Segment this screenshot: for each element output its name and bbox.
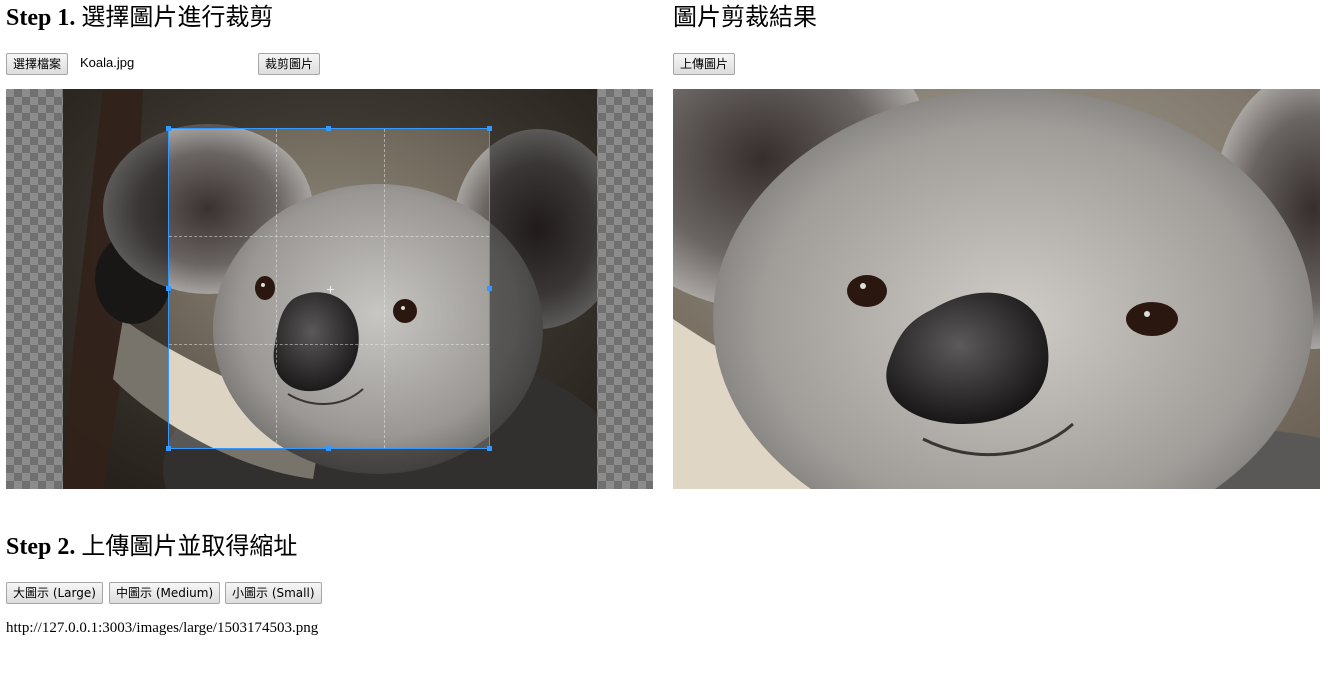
step2-heading-bold: Step 2. <box>6 534 76 560</box>
crop-center-cross-icon <box>327 286 334 293</box>
crop-editor[interactable] <box>6 89 653 489</box>
file-name-label: Koala.jpg <box>80 55 135 70</box>
crop-handle-ne[interactable] <box>487 126 492 131</box>
result-heading: 圖片剪裁結果 <box>673 5 817 31</box>
crop-handle-n[interactable] <box>326 126 331 131</box>
step1-heading-text: 選擇圖片進行裁剪 <box>75 5 274 31</box>
crop-handle-sw[interactable] <box>166 446 171 451</box>
crop-handle-s[interactable] <box>326 446 331 451</box>
result-url: http://127.0.0.1:3003/images/large/15031… <box>6 620 319 636</box>
crop-box[interactable] <box>168 128 490 449</box>
crop-handle-se[interactable] <box>487 446 492 451</box>
crop-handle-nw[interactable] <box>166 126 171 131</box>
choose-file-button[interactable]: 選擇檔案 <box>6 53 69 75</box>
crop-handle-e[interactable] <box>487 286 492 291</box>
crop-result-image <box>673 89 1320 489</box>
small-size-button[interactable]: 小圖示 (Small) <box>225 582 322 604</box>
upload-image-button[interactable]: 上傳圖片 <box>673 53 736 75</box>
large-size-button[interactable]: 大圖示 (Large) <box>6 582 103 604</box>
cropped-koala-photo <box>673 89 1320 489</box>
crop-handle-w[interactable] <box>166 286 171 291</box>
step1-heading-bold: Step 1. <box>6 5 76 31</box>
step1-heading: Step 1. 選擇圖片進行裁剪 <box>6 4 273 32</box>
step2-heading: Step 2. 上傳圖片並取得縮址 <box>6 533 297 561</box>
medium-size-button[interactable]: 中圖示 (Medium) <box>109 582 221 604</box>
crop-image-button[interactable]: 裁剪圖片 <box>258 53 321 75</box>
step2-heading-text: 上傳圖片並取得縮址 <box>75 534 298 560</box>
